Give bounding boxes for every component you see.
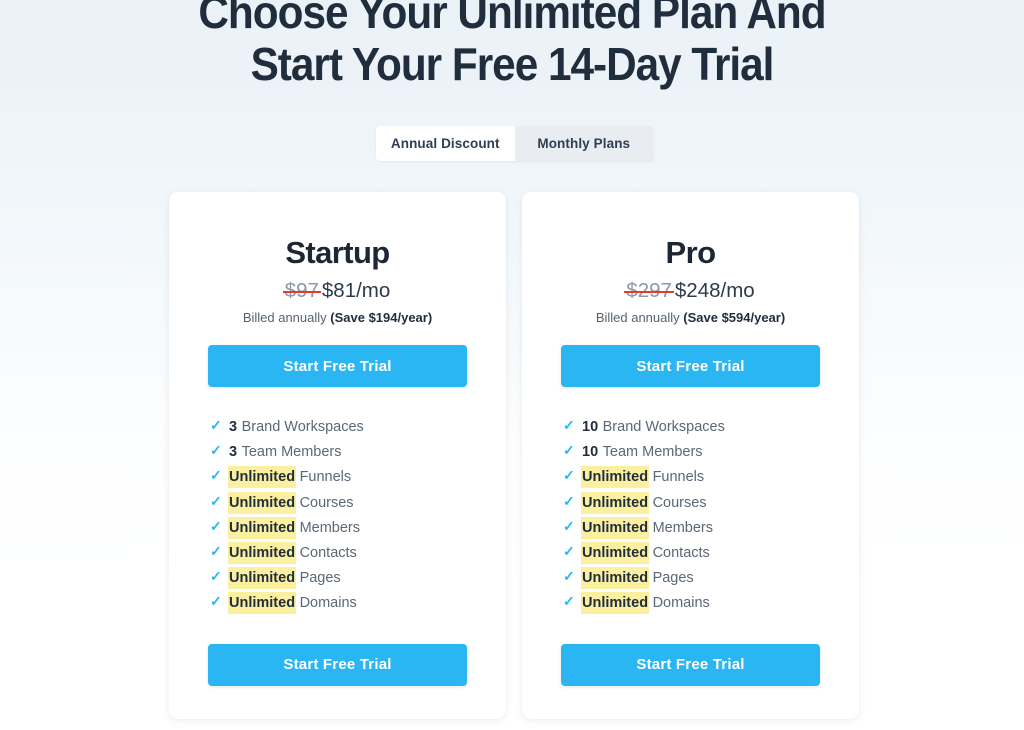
- plan-price: $97 $81/mo: [169, 279, 506, 303]
- feature-quantity: Unlimited: [582, 568, 649, 589]
- list-item: ✓ 10 Brand Workspaces: [563, 416, 859, 441]
- feature-label: Pages: [652, 570, 694, 587]
- feature-quantity: Unlimited: [229, 542, 296, 563]
- pricing-card-list: Startup $97 $81/mo Billed annually (Save …: [169, 192, 859, 719]
- check-icon: ✓: [210, 442, 222, 459]
- pricing-card-startup: Startup $97 $81/mo Billed annually (Save …: [169, 192, 506, 719]
- pricing-page: Choose Your Unlimited Plan And Start You…: [0, 0, 1024, 730]
- feature-quantity: Unlimited: [582, 467, 649, 488]
- feature-label: Funnels: [652, 469, 705, 486]
- check-icon: ✓: [563, 492, 575, 509]
- feature-label: Contacts: [652, 544, 710, 561]
- plan-billing-savings: (Save $194/year): [330, 310, 433, 325]
- feature-quantity: Unlimited: [229, 593, 296, 614]
- plan-name: Startup: [285, 235, 390, 270]
- feature-label: Courses: [299, 494, 354, 511]
- feature-quantity: 10: [582, 444, 599, 461]
- billing-period-toggle[interactable]: Annual Discount Monthly Plans: [376, 126, 653, 161]
- feature-label: Pages: [299, 570, 341, 587]
- start-free-trial-button-bottom[interactable]: Start Free Trial: [561, 643, 820, 686]
- list-item: ✓ 3 Brand Workspaces: [210, 416, 506, 441]
- list-item: ✓ Unlimited Domains: [563, 592, 859, 617]
- list-item: ✓ Unlimited Funnels: [210, 466, 506, 491]
- feature-label: Domains: [652, 595, 710, 612]
- plan-price: $297 $248/mo: [522, 279, 859, 303]
- tab-monthly-plans[interactable]: Monthly Plans: [514, 126, 653, 161]
- list-item: ✓ Unlimited Members: [563, 517, 859, 542]
- check-icon: ✓: [210, 542, 222, 559]
- feature-label: Team Members: [602, 444, 703, 461]
- list-item: ✓ Unlimited Pages: [210, 567, 506, 592]
- check-icon: ✓: [210, 517, 222, 534]
- start-free-trial-button-top[interactable]: Start Free Trial: [561, 345, 820, 387]
- plan-billing-prefix: Billed annually: [242, 310, 331, 325]
- feature-quantity: Unlimited: [229, 517, 296, 538]
- check-icon: ✓: [563, 542, 575, 559]
- pricing-card-pro: Pro $297 $248/mo Billed annually (Save $5…: [522, 192, 859, 719]
- feature-label: Members: [299, 519, 360, 536]
- check-icon: ✓: [563, 417, 575, 433]
- list-item: ✓ 10 Team Members: [563, 441, 859, 466]
- feature-label: Funnels: [299, 469, 352, 486]
- check-icon: ✓: [563, 442, 575, 459]
- feature-label: Brand Workspaces: [602, 419, 725, 435]
- plan-old-price: $297: [624, 279, 674, 302]
- feature-quantity: Unlimited: [229, 492, 296, 513]
- list-item: ✓ 3 Team Members: [210, 441, 506, 466]
- check-icon: ✓: [563, 568, 575, 585]
- feature-quantity: 3: [229, 444, 238, 461]
- list-item: ✓ Unlimited Pages: [563, 567, 859, 592]
- plan-name: Pro: [665, 235, 716, 270]
- plan-new-price: $81/mo: [321, 279, 391, 302]
- feature-quantity: Unlimited: [229, 568, 296, 589]
- feature-label: Members: [652, 519, 713, 536]
- check-icon: ✓: [563, 467, 575, 484]
- list-item: ✓ Unlimited Members: [210, 517, 506, 542]
- tab-annual-discount[interactable]: Annual Discount: [376, 126, 515, 161]
- list-item: ✓ Unlimited Contacts: [210, 542, 506, 567]
- feature-label: Brand Workspaces: [241, 419, 364, 435]
- list-item: ✓ Unlimited Courses: [210, 492, 506, 517]
- page-title-line-2: Start Your Free 14-Day Trial: [250, 38, 775, 90]
- check-icon: ✓: [563, 517, 575, 534]
- check-icon: ✓: [210, 568, 222, 585]
- page-title-line-1: Choose Your Unlimited Plan And: [198, 0, 826, 38]
- feature-label: Courses: [652, 494, 707, 511]
- list-item: ✓ Unlimited Domains: [210, 592, 506, 617]
- feature-label: Domains: [299, 595, 357, 612]
- plan-billing-note: Billed annually (Save $594/year): [522, 309, 859, 326]
- check-icon: ✓: [563, 593, 575, 610]
- feature-quantity: 10: [582, 419, 599, 435]
- feature-quantity: 3: [229, 419, 238, 435]
- plan-old-price: $97: [282, 279, 322, 302]
- check-icon: ✓: [210, 417, 222, 433]
- feature-quantity: Unlimited: [582, 542, 649, 563]
- check-icon: ✓: [210, 492, 222, 509]
- list-item: ✓ Unlimited Courses: [563, 492, 859, 517]
- feature-quantity: Unlimited: [229, 467, 296, 488]
- feature-quantity: Unlimited: [582, 593, 649, 614]
- feature-label: Contacts: [299, 544, 357, 561]
- plan-billing-prefix: Billed annually: [595, 310, 684, 325]
- start-free-trial-button-top[interactable]: Start Free Trial: [208, 345, 467, 387]
- list-item: ✓ Unlimited Funnels: [563, 466, 859, 491]
- plan-feature-list: ✓ 10 Brand Workspaces ✓ 10 Team Members …: [522, 416, 859, 618]
- check-icon: ✓: [210, 593, 222, 610]
- page-title: Choose Your Unlimited Plan And Start You…: [41, 0, 983, 90]
- feature-quantity: Unlimited: [582, 492, 649, 513]
- feature-quantity: Unlimited: [582, 517, 649, 538]
- list-item: ✓ Unlimited Contacts: [563, 542, 859, 567]
- plan-billing-savings: (Save $594/year): [683, 310, 786, 325]
- plan-billing-note: Billed annually (Save $194/year): [169, 309, 506, 326]
- check-icon: ✓: [210, 467, 222, 484]
- plan-feature-list: ✓ 3 Brand Workspaces ✓ 3 Team Members ✓ …: [169, 416, 506, 618]
- plan-new-price: $248/mo: [674, 279, 755, 302]
- start-free-trial-button-bottom[interactable]: Start Free Trial: [208, 643, 467, 686]
- feature-label: Team Members: [241, 444, 342, 461]
